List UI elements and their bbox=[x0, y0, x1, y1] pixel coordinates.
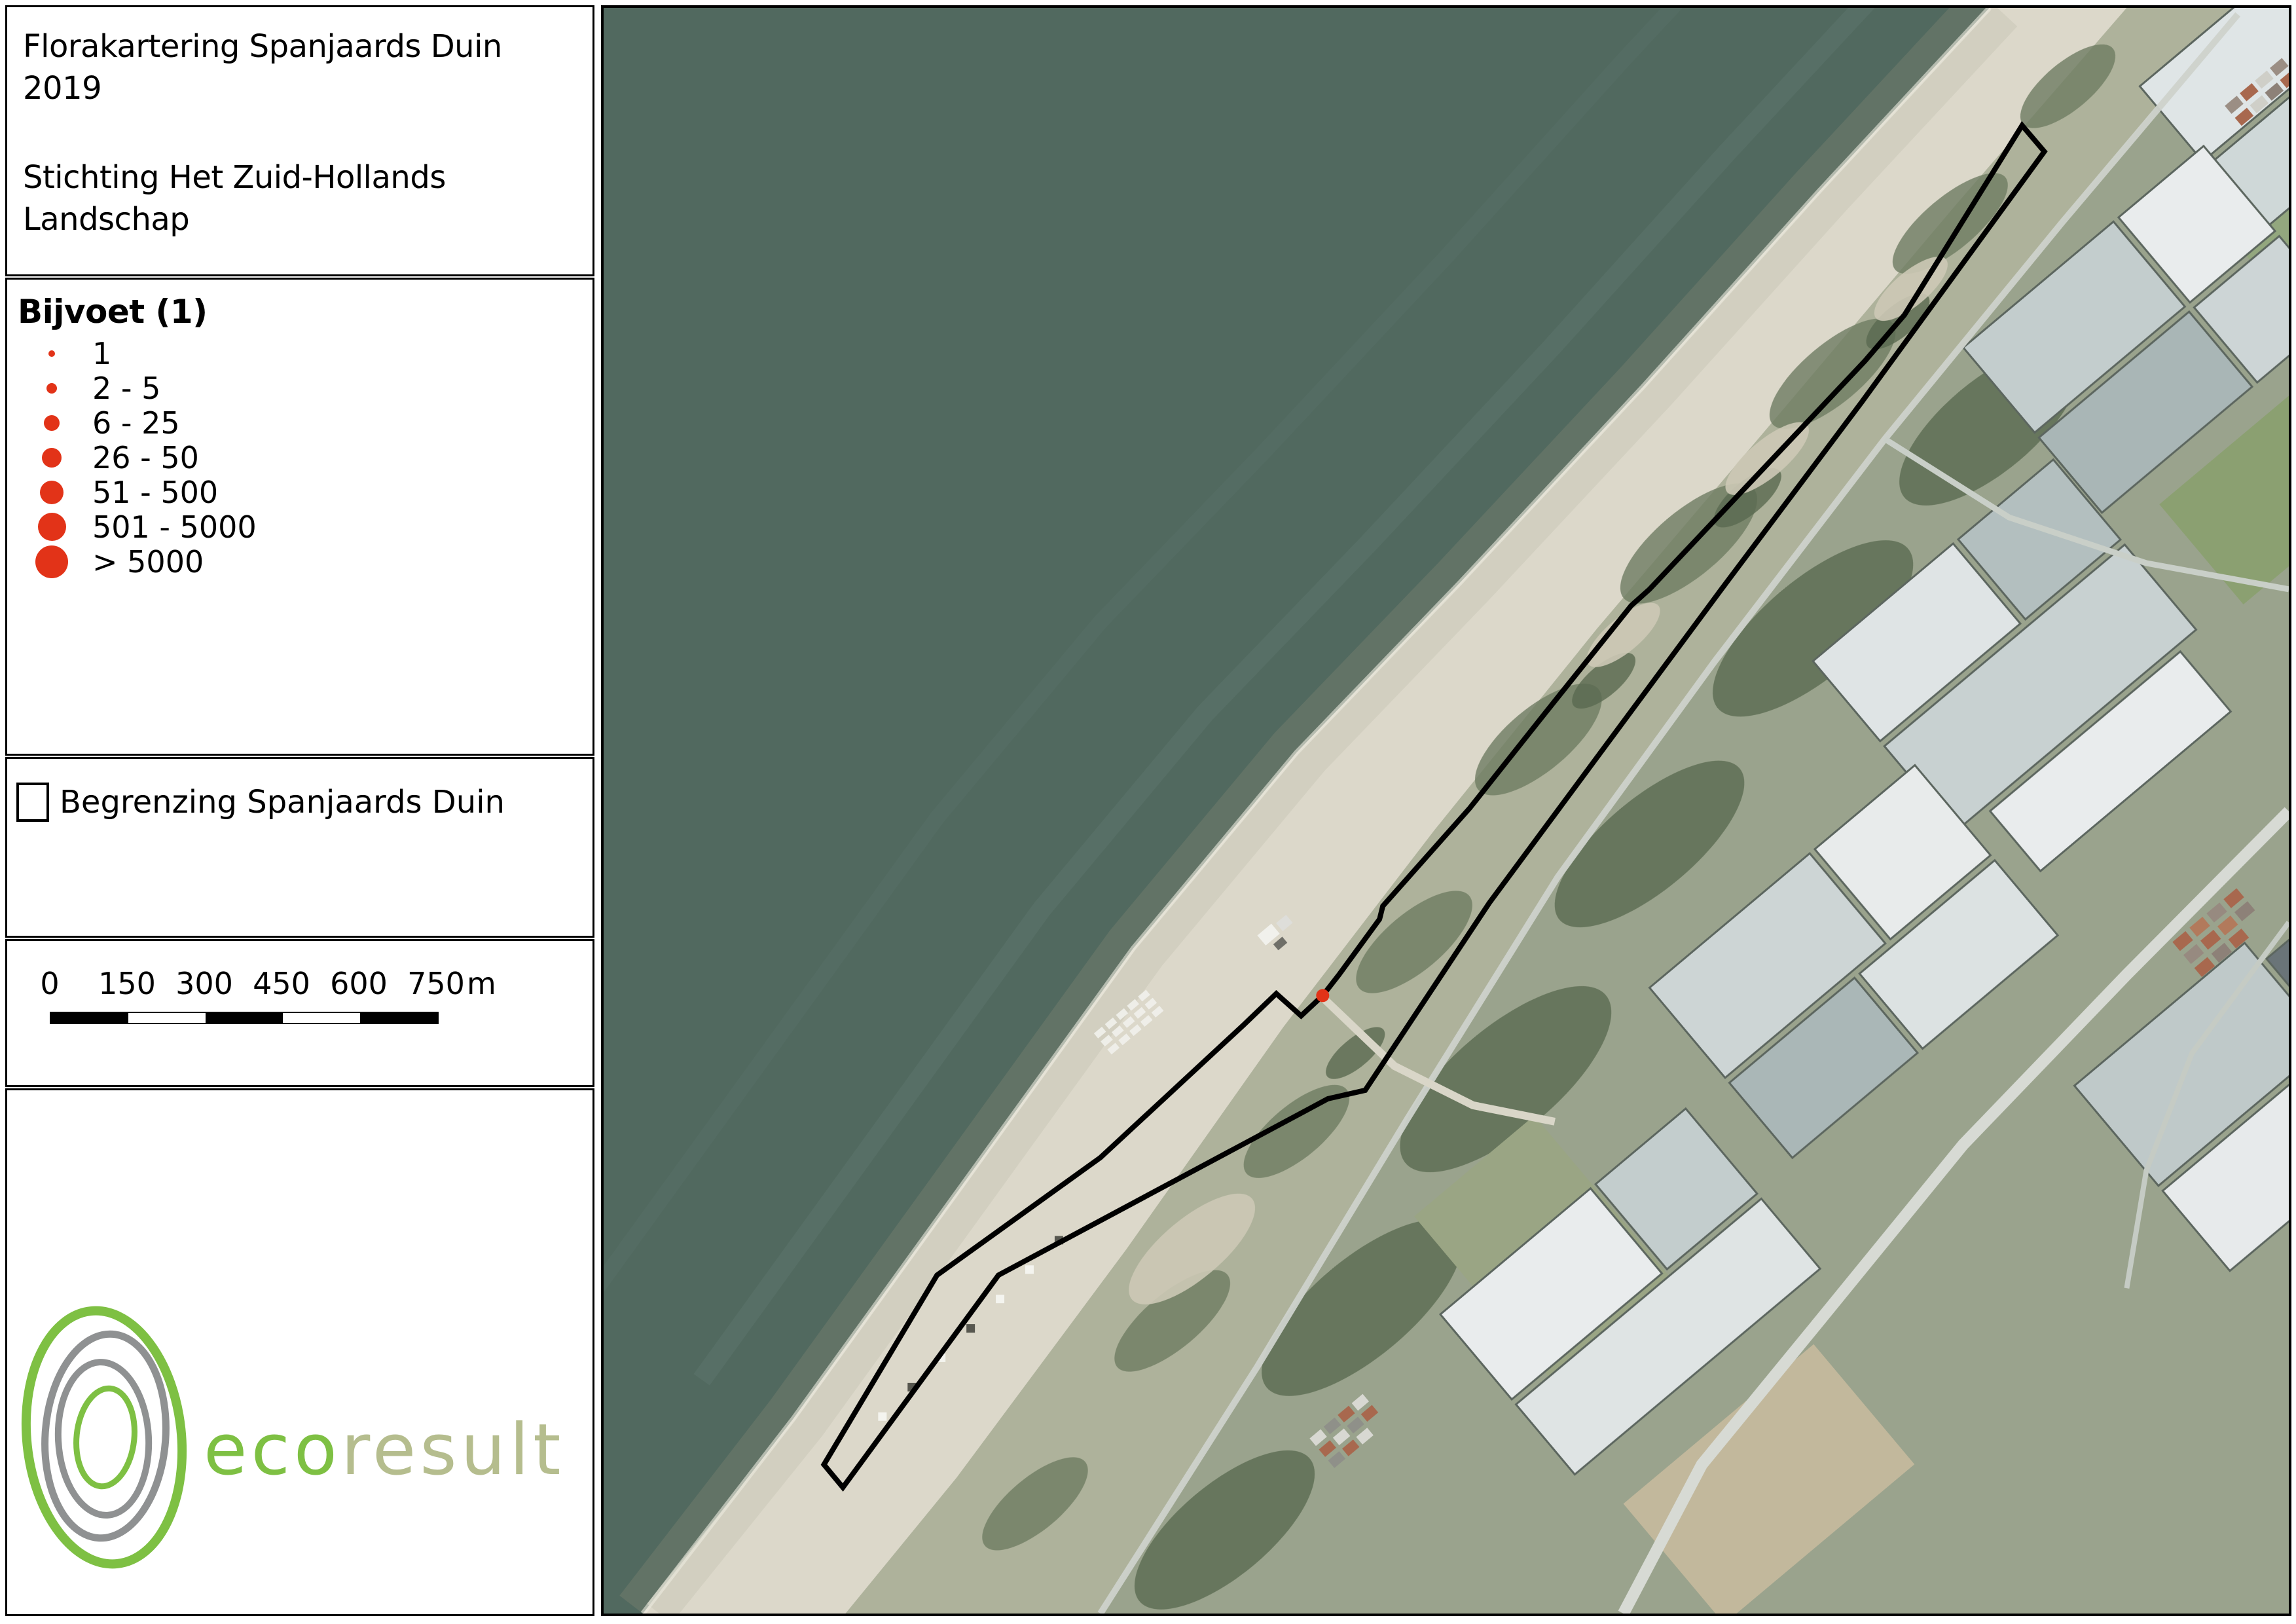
title-block: Florakartering Spanjaards Duin 2019 Stic… bbox=[5, 5, 594, 276]
legend-class-label: 1 bbox=[92, 336, 111, 371]
map-canvas bbox=[601, 5, 2291, 1616]
legend-row: > 5000 bbox=[18, 544, 592, 579]
logo-wordmark: ecoresult bbox=[204, 1409, 564, 1491]
scale-tick-label: 150 bbox=[98, 966, 156, 1001]
legend-class-label: 6 - 25 bbox=[92, 405, 180, 441]
legend-bijvoet: Bijvoet (1) 1 2 - 5 6 - 25 26 - 50 51 - … bbox=[5, 278, 594, 756]
scale-tick-label: 750 bbox=[407, 966, 465, 1001]
legend-rows: 1 2 - 5 6 - 25 26 - 50 51 - 500 501 - 50… bbox=[18, 336, 592, 579]
boundary-outline-icon bbox=[16, 783, 49, 822]
scale-tick-label: 300 bbox=[175, 966, 233, 1001]
legend-boundary: Begrenzing Spanjaards Duin bbox=[5, 757, 594, 938]
boundary-legend-label: Begrenzing Spanjaards Duin bbox=[60, 783, 505, 822]
legend-class-label: 51 - 500 bbox=[92, 475, 218, 510]
scale-tick-label: 450 bbox=[253, 966, 310, 1001]
graduated-dot-icon bbox=[46, 383, 57, 394]
legend-row: 1 bbox=[18, 336, 592, 371]
legend-title: Bijvoet (1) bbox=[18, 293, 592, 331]
aerial-map bbox=[604, 8, 2289, 1614]
organisation-line2: Landschap bbox=[23, 198, 577, 240]
map-title-line2: 2019 bbox=[23, 67, 577, 109]
legend-row: 6 - 25 bbox=[18, 405, 592, 440]
graduated-dot-icon bbox=[35, 545, 68, 578]
organisation-line1: Stichting Het Zuid-Hollands bbox=[23, 157, 577, 198]
graduated-dot-icon bbox=[44, 415, 60, 431]
scale-unit-label: m bbox=[467, 966, 496, 1001]
graduated-dot-icon bbox=[42, 448, 62, 468]
scale-tick-label: 0 bbox=[40, 966, 59, 1001]
graduated-dot-icon bbox=[38, 513, 66, 541]
scale-bar bbox=[50, 1012, 439, 1024]
logo-result-text: result bbox=[341, 1409, 565, 1491]
scale-tick-label: 600 bbox=[330, 966, 388, 1001]
map-title-line1: Florakartering Spanjaards Duin bbox=[23, 26, 577, 67]
bijvoet-marker bbox=[1316, 989, 1329, 1002]
legend-class-label: 501 - 5000 bbox=[92, 509, 257, 545]
scalebar-block: 0 150 300 450 600 750 m bbox=[5, 939, 594, 1087]
logo-eco-text: eco bbox=[204, 1409, 341, 1491]
legend-row: 26 - 50 bbox=[18, 440, 592, 475]
legend-class-label: 26 - 50 bbox=[92, 440, 199, 475]
graduated-dot-icon bbox=[40, 481, 64, 504]
legend-row: 51 - 500 bbox=[18, 475, 592, 509]
legend-row: 501 - 5000 bbox=[18, 509, 592, 544]
legend-class-label: 2 - 5 bbox=[92, 371, 160, 406]
map-sheet: Florakartering Spanjaards Duin 2019 Stic… bbox=[0, 0, 2296, 1624]
tree-rings-icon bbox=[14, 1303, 194, 1572]
legend-row: 2 - 5 bbox=[18, 371, 592, 405]
ecoresult-logo-graphic: ecoresult bbox=[7, 1090, 592, 1614]
ecoresult-logo: ecoresult bbox=[5, 1088, 594, 1616]
graduated-dot-icon bbox=[48, 350, 55, 357]
legend-class-label: > 5000 bbox=[92, 544, 204, 580]
